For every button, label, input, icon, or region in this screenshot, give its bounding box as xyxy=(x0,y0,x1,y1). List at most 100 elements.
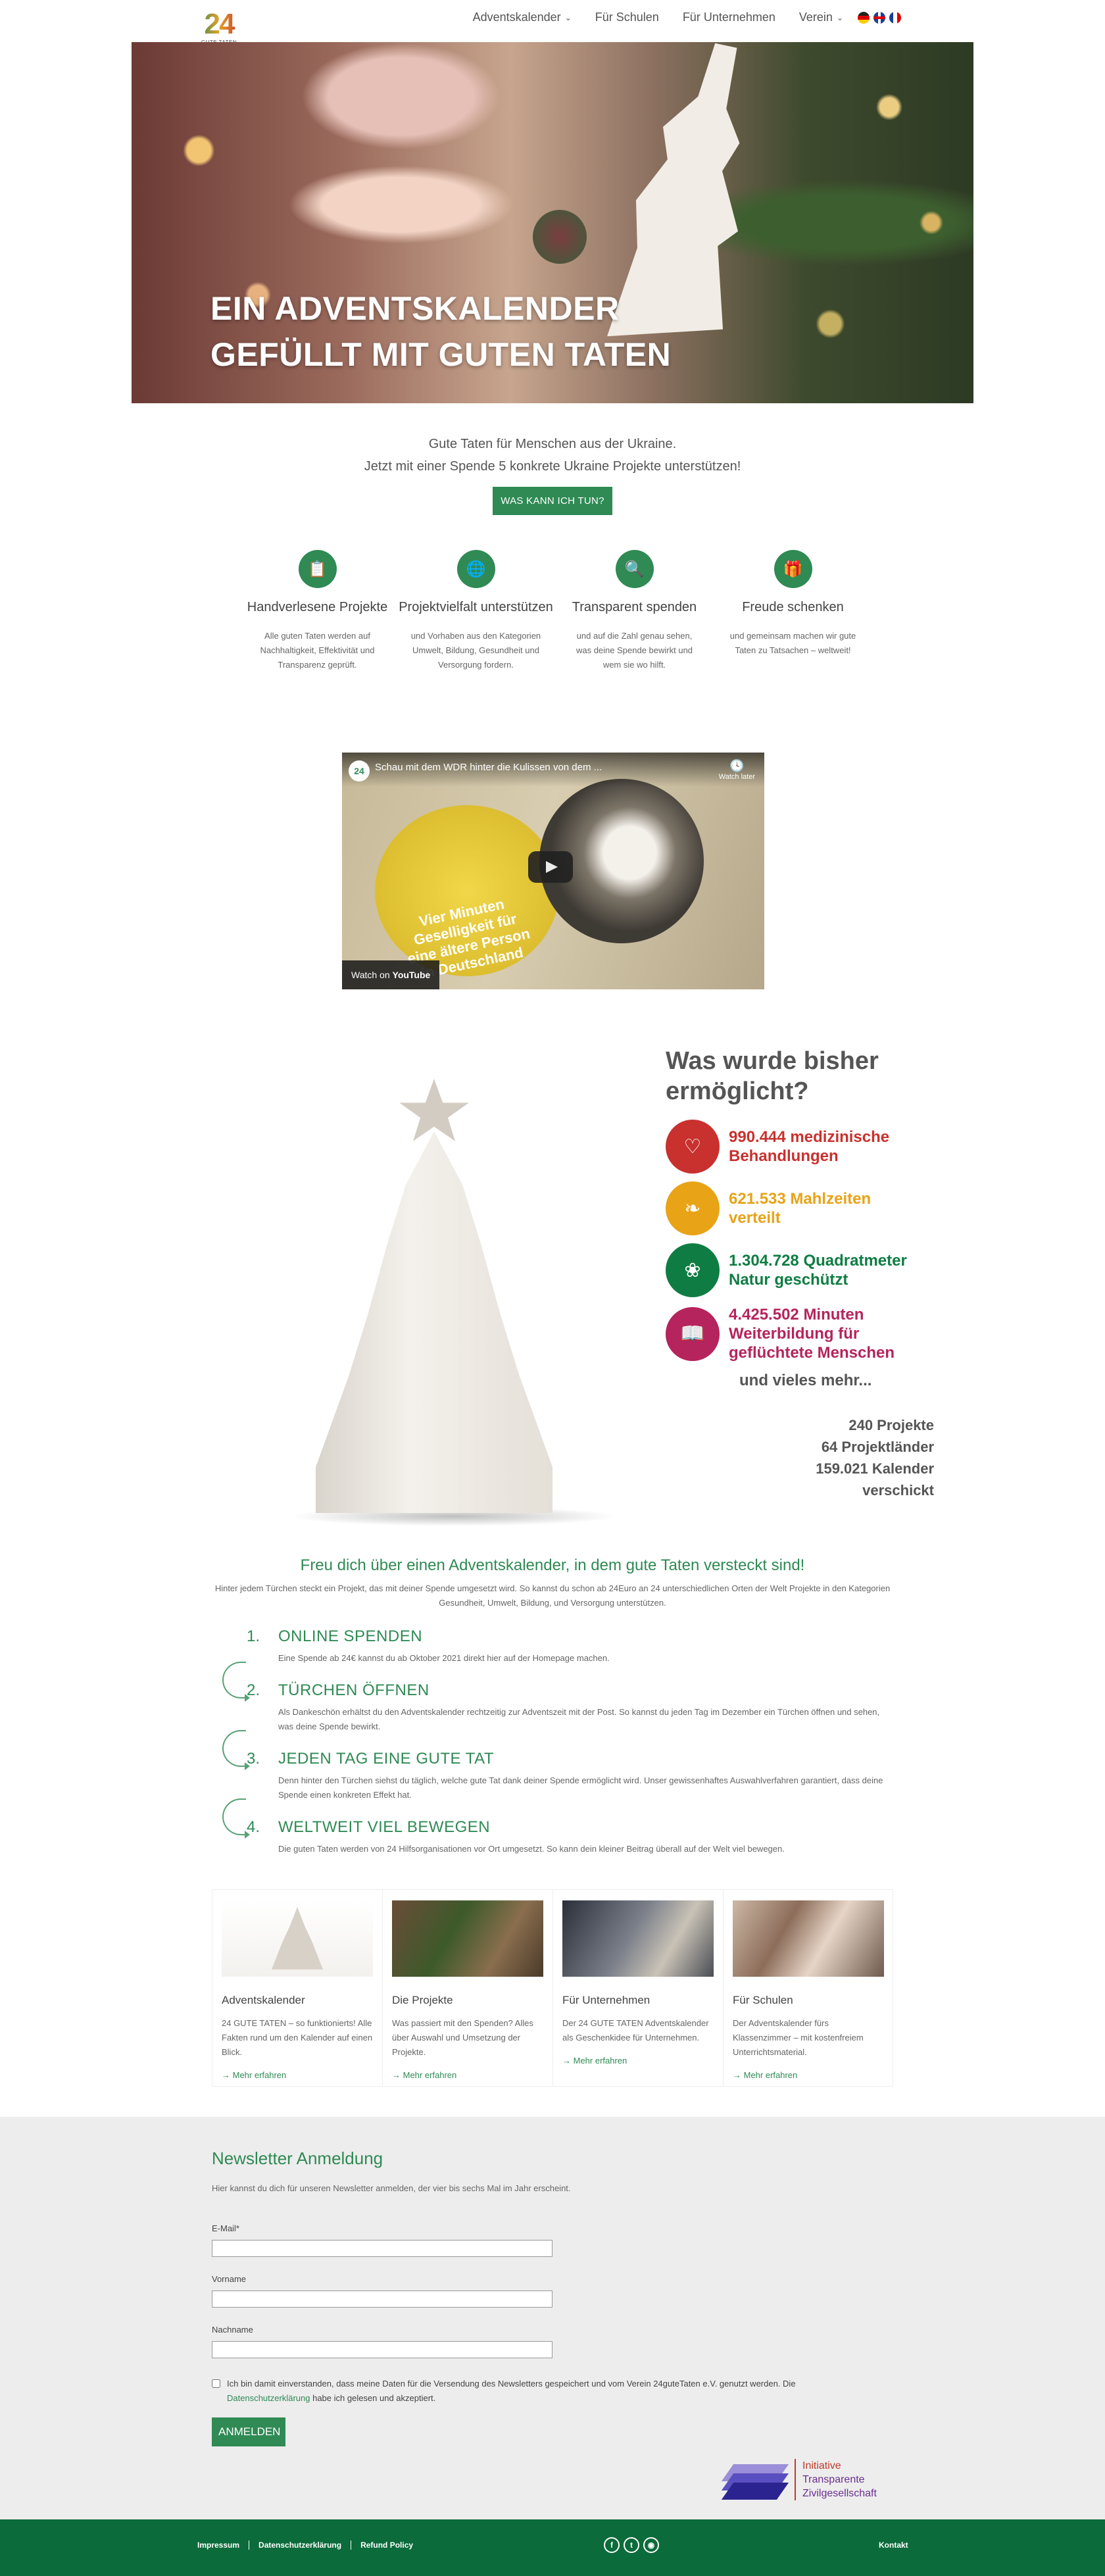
document-check-icon: 📋 xyxy=(298,550,337,588)
card-schulen: Für Schulen Der Adventskalender fürs Kla… xyxy=(724,1890,893,2086)
nav-label: Verein xyxy=(798,11,833,24)
nav-item-adventskalender[interactable]: Adventskalender ⌄ xyxy=(473,11,572,24)
play-button[interactable] xyxy=(528,851,573,883)
lastname-field[interactable] xyxy=(212,2341,552,2358)
stat-text: 1.304.728 Quadratmeter Natur geschützt xyxy=(729,1251,907,1289)
total-countries: 64 Projektländer xyxy=(821,1439,934,1455)
card-text: Der 24 GUTE TATEN Adventskalender als Ge… xyxy=(562,2018,709,2043)
impressum-link[interactable]: Impressum xyxy=(197,2540,250,2550)
card-text: Was passiert mit den Spenden? Alles über… xyxy=(392,2018,533,2057)
card-more-link[interactable]: → Mehr erfahren xyxy=(392,2070,543,2080)
stat-label: Behandlungen xyxy=(729,1147,839,1165)
newsletter-section: Newsletter Anmeldung Hier kannst du dich… xyxy=(0,2117,1105,2519)
stat-medical: ♡ 990.444 medizinische Behandlungen xyxy=(666,1120,942,1174)
social-icons: f t ◉ xyxy=(604,2537,659,2553)
privacy-link[interactable]: Datenschutzerklärung xyxy=(249,2540,352,2550)
email-field[interactable] xyxy=(212,2240,552,2257)
stat-label: Weiterbildung für geflüchtete Menschen xyxy=(729,1325,895,1362)
stat-value: 1.304.728 Quadratmeter xyxy=(729,1252,907,1270)
bread-icon: ❧ xyxy=(666,1181,720,1235)
card-projekte: Die Projekte Was passiert mit den Spende… xyxy=(383,1890,553,2086)
card-image xyxy=(392,1900,543,1977)
itz-badge[interactable]: Initiative Transparente Zivilgesellschaf… xyxy=(721,2458,892,2504)
youtube-video-embed[interactable]: Vier Minuten Geselligkeit für eine älter… xyxy=(342,753,764,989)
instagram-icon[interactable]: ◉ xyxy=(643,2537,659,2553)
feature-item: 🎁 Freude schenken und gemeinsam machen w… xyxy=(714,550,872,672)
total-projects: 240 Projekte xyxy=(848,1417,934,1433)
contact-link[interactable]: Kontakt xyxy=(879,2540,908,2550)
itz-layer xyxy=(721,2483,789,2500)
coin-image: Vier Minuten Geselligkeit für eine älter… xyxy=(375,805,559,981)
flag-en-icon[interactable] xyxy=(873,11,885,24)
stats-more: und vieles mehr... xyxy=(739,1372,872,1389)
main-nav: Adventskalender ⌄ Für Schulen Für Unterne… xyxy=(449,11,901,24)
step-title: WELTWEIT VIEL BEWEGEN xyxy=(278,1818,491,1836)
watch-on-youtube-button[interactable]: Watch on YouTube xyxy=(342,960,440,989)
nav-label: Adventskalender xyxy=(472,11,561,24)
steps-intro: Hinter jedem Türchen steckt ein Projekt,… xyxy=(214,1583,891,1608)
globe-hands-icon: 🌐 xyxy=(456,550,495,588)
watch-later-label: Watch later xyxy=(718,773,755,781)
feature-text: und auf die Zahl genau sehen, was deine … xyxy=(576,631,693,670)
watch-later-button[interactable]: 🕓 Watch later xyxy=(719,759,755,781)
step-3: 3. JEDEN TAG EINE GUTE TAT Denn hinter d… xyxy=(247,1750,891,1802)
stat-label: verteilt xyxy=(729,1209,781,1227)
nav-item-verein[interactable]: Verein ⌄ xyxy=(799,11,843,24)
consent-row: Ich bin damit einverstanden, dass meine … xyxy=(212,2377,896,2406)
lastname-label: Nachname xyxy=(212,2325,253,2335)
features-row: 📋 Handverlesene Projekte Alle guten Tate… xyxy=(238,550,872,672)
hero-title: EIN ADVENTSKALENDER GEFÜLLT MIT GUTEN TAT… xyxy=(210,285,671,378)
youtube-logo: YouTube xyxy=(392,970,431,980)
sprout-icon: ❀ xyxy=(666,1243,720,1297)
advent-tree-image xyxy=(289,1072,618,1533)
flag-de-icon[interactable] xyxy=(858,11,870,24)
hero-title-line1: EIN ADVENTSKALENDER xyxy=(210,290,620,327)
card-more-link[interactable]: → Mehr erfahren xyxy=(222,2070,373,2080)
feature-item: 🌐 Projektvielfalt unterstützen und Vorha… xyxy=(397,550,555,672)
heart-icon: ♡ xyxy=(666,1120,720,1174)
newsletter-form: Newsletter Anmeldung Hier kannst du dich… xyxy=(212,2148,896,2446)
step-text: Eine Spende ab 24€ kannst du ab Oktober … xyxy=(278,1653,610,1663)
facebook-icon[interactable]: f xyxy=(604,2537,620,2553)
refund-policy-link[interactable]: Refund Policy xyxy=(351,2540,422,2550)
privacy-policy-link[interactable]: Datenschutzerklärung xyxy=(227,2393,310,2403)
footer-links: Impressum Datenschutzerklärung Refund Po… xyxy=(197,2540,422,2550)
video-title[interactable]: Schau mit dem WDR hinter die Kulissen vo… xyxy=(375,762,602,773)
magnifier-icon: 🔍 xyxy=(615,550,654,588)
totals: 240 Projekte 64 Projektländer 159.021 Ka… xyxy=(783,1414,934,1501)
nav-item-schulen[interactable]: Für Schulen xyxy=(595,11,659,24)
consent-text-part2: habe ich gelesen und akzeptiert. xyxy=(312,2393,436,2403)
stat-meals: ❧ 621.533 Mahlzeiten verteilt xyxy=(666,1181,942,1235)
firstname-field[interactable] xyxy=(212,2291,552,2308)
card-image xyxy=(733,1900,884,1977)
twitter-icon[interactable]: t xyxy=(624,2537,639,2553)
impact-stats: Was wurde bisher ermöglicht? ♡ 990.444 me… xyxy=(666,1046,942,1390)
step-text: Denn hinter den Türchen siehst du täglic… xyxy=(278,1775,883,1800)
steps-title: Freu dich über einen Adventskalender, in… xyxy=(300,1556,805,1574)
info-cards: Adventskalender 24 GUTE TATEN – so funkt… xyxy=(212,1889,893,2087)
intro-line2: Jetzt mit einer Spende 5 konkrete Ukrain… xyxy=(364,459,741,474)
card-more-link[interactable]: → Mehr erfahren xyxy=(562,2056,714,2066)
nav-label: Für Unternehmen xyxy=(682,11,775,24)
card-text: Der Adventskalender fürs Klassenzimmer –… xyxy=(733,2018,864,2057)
itz-line2: Transparente xyxy=(802,2474,865,2485)
stats-heading-line1: Was wurde bisher xyxy=(666,1047,879,1075)
itz-logo-icon xyxy=(721,2464,789,2504)
card-more-link[interactable]: → Mehr erfahren xyxy=(733,2070,884,2080)
subscribe-button[interactable]: ANMELDEN xyxy=(212,2417,285,2446)
step-number: 3. xyxy=(247,1750,260,1768)
what-can-i-do-button[interactable]: WAS KANN ICH TUN? xyxy=(493,487,612,515)
stats-heading-line2: ermöglicht? xyxy=(666,1077,809,1105)
step-number: 4. xyxy=(247,1818,260,1836)
stats-heading: Was wurde bisher ermöglicht? xyxy=(666,1046,942,1106)
video-title-bar: Schau mit dem WDR hinter die Kulissen vo… xyxy=(342,753,764,787)
nav-item-unternehmen[interactable]: Für Unternehmen xyxy=(683,11,775,24)
stat-text: 990.444 medizinische Behandlungen xyxy=(729,1127,889,1166)
consent-checkbox[interactable] xyxy=(212,2379,220,2388)
card-title: Die Projekte xyxy=(392,1994,453,2006)
itz-line3: Zivilgesellschaft xyxy=(802,2488,877,2499)
newsletter-description: Hier kannst du dich für unseren Newslett… xyxy=(212,2183,571,2193)
channel-avatar[interactable]: 24 xyxy=(349,760,370,781)
flag-fr-icon[interactable] xyxy=(889,11,901,24)
step-title: JEDEN TAG EINE GUTE TAT xyxy=(278,1750,494,1768)
